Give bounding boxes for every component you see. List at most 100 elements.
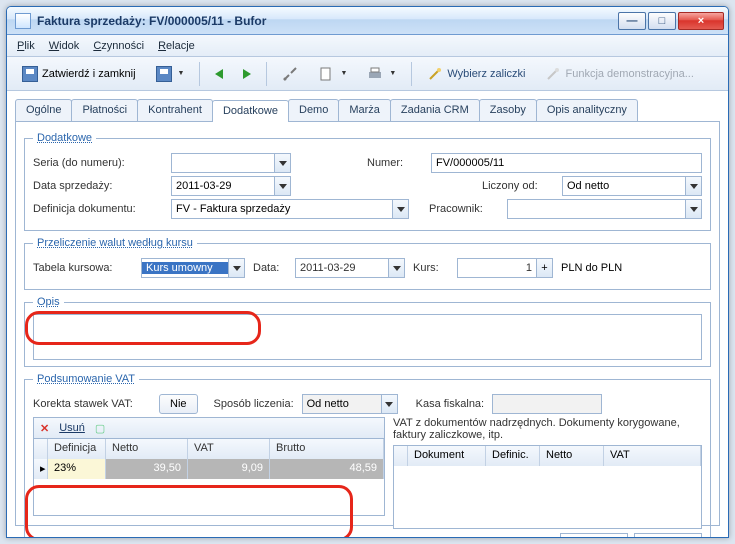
demo-function-button: Funkcja demonstracyjna... [538, 62, 700, 86]
tab-demo[interactable]: Demo [288, 99, 339, 121]
tab-kontrahent[interactable]: Kontrahent [137, 99, 213, 121]
maximize-button[interactable]: □ [648, 12, 676, 30]
kurs-label: Kurs: [413, 262, 449, 274]
chevron-down-icon[interactable] [685, 200, 701, 218]
col-definicja[interactable]: Definicja [48, 439, 106, 459]
plus-button[interactable]: + [536, 259, 552, 277]
toolbar-extra-icon[interactable]: ▢ [95, 422, 105, 435]
numer-value: FV/000005/11 [436, 157, 504, 169]
tabela-kursowa-label: Tabela kursowa: [33, 262, 133, 274]
col-vat-r[interactable]: VAT [604, 446, 701, 466]
tab-marza[interactable]: Marża [338, 99, 391, 121]
footer-netto-value: 0,00 [602, 537, 623, 538]
menu-widok[interactable]: Widok [49, 40, 80, 52]
close-button[interactable]: × [678, 12, 724, 30]
demo-function-label: Funkcja demonstracyjna... [565, 68, 693, 80]
kurs-field[interactable]: 1 + [457, 258, 553, 278]
korekta-nie-button[interactable]: Nie [159, 394, 198, 414]
col-brutto[interactable]: Brutto [270, 439, 384, 459]
numer-field[interactable]: FV/000005/11 [431, 153, 702, 173]
chevron-down-icon[interactable] [388, 259, 404, 277]
toolbar-separator [266, 62, 267, 86]
data-kursu-dropdown[interactable]: 2011-03-29 [295, 258, 405, 278]
vat-left-toolbar: ✕ Usuń ▢ [33, 417, 385, 439]
confirm-close-button[interactable]: Zatwierdź i zamknij [15, 62, 143, 86]
tab-pane-dodatkowe: Dodatkowe Seria (do numeru): Numer: FV/0… [15, 122, 720, 526]
fieldset-dodatkowe: Dodatkowe Seria (do numeru): Numer: FV/0… [24, 132, 711, 231]
kasa-fiskalna-field [492, 394, 602, 414]
menu-czynnosci[interactable]: Czynności [93, 40, 144, 52]
back-button[interactable] [208, 62, 230, 86]
tab-dodatkowe[interactable]: Dodatkowe [212, 100, 289, 122]
row-marker-header [34, 439, 48, 459]
row-marker-header [394, 446, 408, 466]
tools-button[interactable] [275, 62, 305, 86]
col-definic[interactable]: Definic. [486, 446, 540, 466]
save-icon [156, 66, 172, 82]
fieldset-opis: Opis [24, 296, 711, 367]
right-grid-body [394, 466, 701, 528]
col-dokument[interactable]: Dokument [408, 446, 486, 466]
menu-plik[interactable]: PPliklik [17, 40, 35, 52]
wybierz-zaliczki-button[interactable]: Wybierz zaliczki [420, 62, 532, 86]
data-kursu-value: 2011-03-29 [296, 262, 388, 274]
menu-relacje[interactable]: Relacje [158, 40, 195, 52]
save-dropdown-button[interactable]: ▼ [149, 62, 192, 86]
col-vat[interactable]: VAT [188, 439, 270, 459]
cell-definicja[interactable]: 23% [48, 459, 106, 479]
vat-right-grid[interactable]: Dokument Definic. Netto VAT [393, 445, 702, 529]
toolbar-separator [199, 62, 200, 86]
table-row[interactable]: ▸ 23% 39,50 9,09 48,59 [34, 459, 384, 479]
chevron-down-icon[interactable] [392, 200, 408, 218]
chevron-down-icon[interactable] [228, 259, 244, 277]
liczony-od-label: Liczony od: [482, 180, 554, 192]
minimize-button[interactable]: — [618, 12, 646, 30]
cell-brutto[interactable]: 48,59 [270, 459, 384, 479]
tabela-kursowa-value: Kurs umowny [142, 262, 228, 274]
wand-icon [545, 66, 561, 82]
seria-dropdown[interactable] [171, 153, 291, 173]
definicja-dokumentu-dropdown[interactable]: FV - Faktura sprzedaży [171, 199, 409, 219]
kurs-value: 1 [458, 262, 536, 274]
chevron-down-icon[interactable] [274, 154, 290, 172]
data-kursu-label: Data: [253, 262, 287, 274]
data-sprzedazy-dropdown[interactable]: 2011-03-29 [171, 176, 291, 196]
tab-platnosci[interactable]: Płatności [71, 99, 138, 121]
sposob-liczenia-value: Od netto [303, 398, 381, 410]
col-netto-r[interactable]: Netto [540, 446, 604, 466]
print-dropdown[interactable]: ▼ [360, 62, 403, 86]
legend-opis: Opis [33, 296, 64, 308]
footer-vat-value: 0,00 [676, 537, 697, 538]
footer-vat: 0,00 [634, 533, 702, 538]
data-sprzedazy-label: Data sprzedaży: [33, 180, 163, 192]
cell-vat[interactable]: 9,09 [188, 459, 270, 479]
row-marker: ▸ [34, 459, 48, 479]
tab-zadania-crm[interactable]: Zadania CRM [390, 99, 480, 121]
korekta-stawek-label: Korekta stawek VAT: [33, 398, 151, 410]
tab-ogolne[interactable]: Ogólne [15, 99, 72, 121]
col-netto[interactable]: Netto [106, 439, 188, 459]
tab-opis-analityczny[interactable]: Opis analityczny [536, 99, 638, 121]
chevron-down-icon[interactable] [274, 177, 290, 195]
menu-bar: PPliklik Widok Czynności Relacje [7, 35, 728, 57]
vat-right-panel: VAT z dokumentów nadrzędnych. Dokumenty … [393, 417, 702, 538]
opis-textarea[interactable] [33, 314, 702, 360]
save-icon [22, 66, 38, 82]
vat-footer-row: 0,00 0,00 [393, 533, 702, 538]
seria-label: Seria (do numeru): [33, 157, 163, 169]
document-dropdown[interactable]: ▼ [311, 62, 354, 86]
vat-left-panel: ✕ Usuń ▢ Definicja Netto VAT Brutto [33, 417, 385, 538]
legend-przeliczenie: Przeliczenie walut według kursu [33, 237, 197, 249]
cell-netto[interactable]: 39,50 [106, 459, 188, 479]
pracownik-dropdown[interactable] [507, 199, 702, 219]
chevron-down-icon[interactable] [685, 177, 701, 195]
forward-button[interactable] [236, 62, 258, 86]
liczony-od-dropdown[interactable]: Od netto [562, 176, 702, 196]
tabela-kursowa-dropdown[interactable]: Kurs umowny [141, 258, 245, 278]
tab-zasoby[interactable]: Zasoby [479, 99, 537, 121]
usun-button[interactable]: Usuń [59, 422, 85, 434]
definicja-dokumentu-label: Definicja dokumentu: [33, 203, 163, 215]
delete-icon[interactable]: ✕ [40, 422, 49, 435]
vat-left-grid[interactable]: Definicja Netto VAT Brutto ▸ 23% 39,50 [33, 439, 385, 516]
kasa-fiskalna-label: Kasa fiskalna: [416, 398, 484, 410]
